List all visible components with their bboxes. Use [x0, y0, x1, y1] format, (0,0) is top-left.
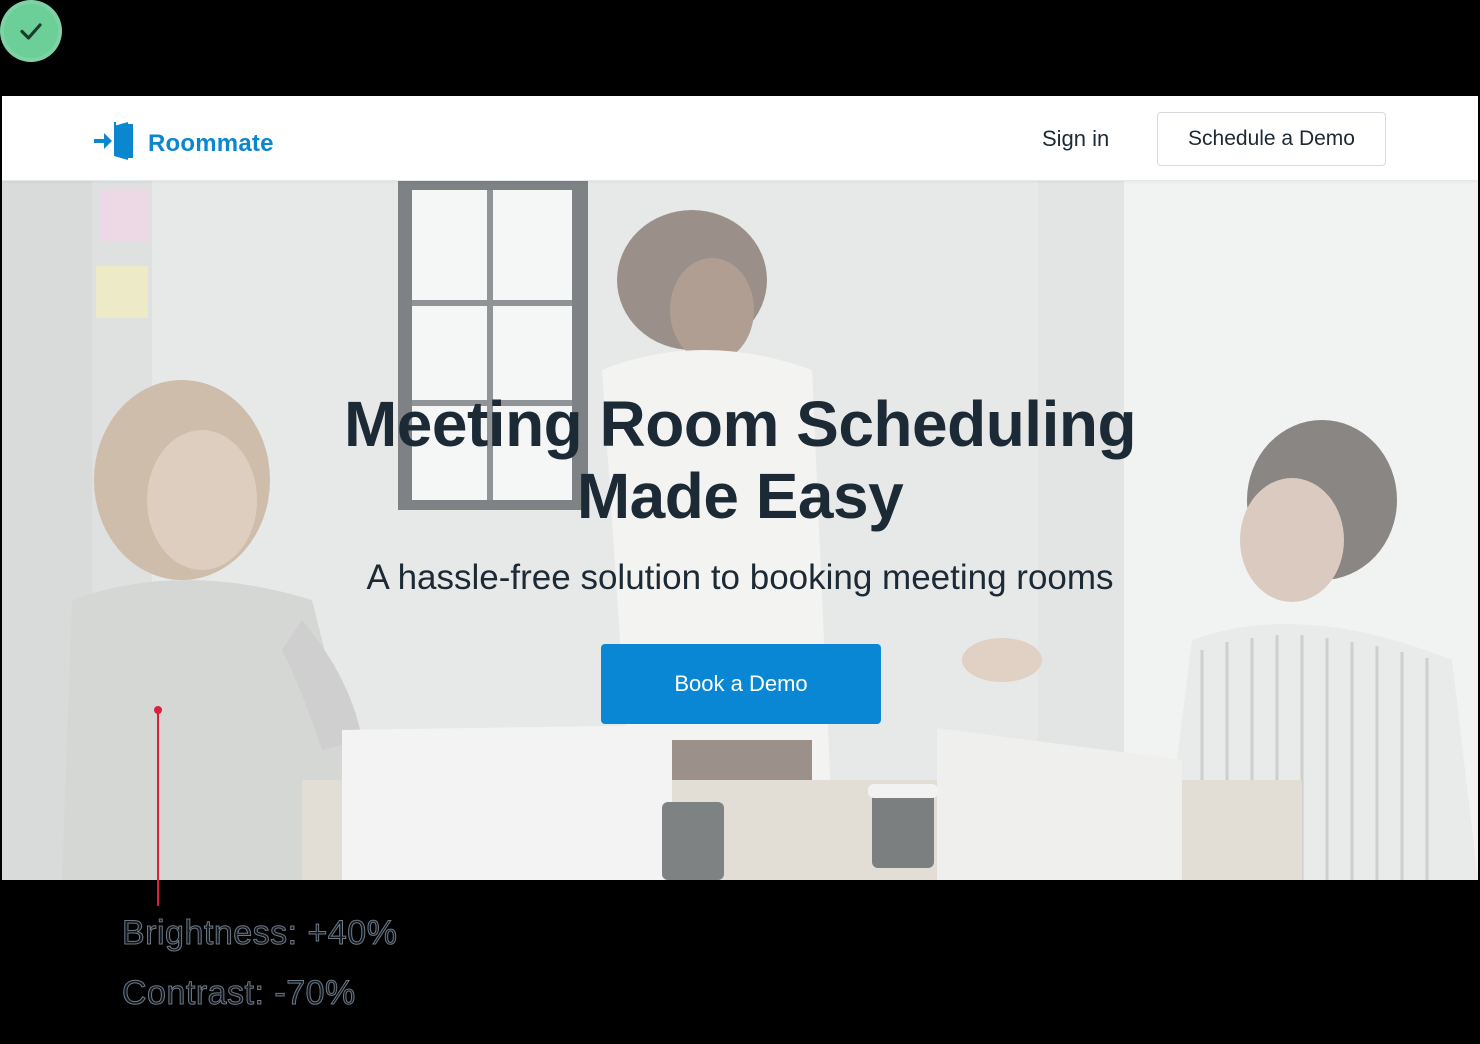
schedule-demo-button[interactable]: Schedule a Demo [1157, 112, 1386, 166]
hero-title-line-1: Meeting Room Scheduling [343, 388, 1137, 460]
success-check-badge [0, 0, 62, 62]
website-screenshot: Roommate Sign in Schedule a Demo Meeting… [2, 96, 1478, 880]
book-demo-button[interactable]: Book a Demo [601, 644, 881, 724]
contrast-annotation: Contrast: -70% [122, 974, 356, 1013]
stage: Roommate Sign in Schedule a Demo Meeting… [0, 0, 1480, 1044]
sign-in-link[interactable]: Sign in [1042, 126, 1109, 152]
brand-name: Roommate [148, 129, 274, 157]
brand-logo-link[interactable]: Roommate [92, 122, 274, 165]
annotation-leader-line [157, 710, 159, 906]
check-icon [4, 4, 58, 58]
hero-subtitle: A hassle-free solution to booking meetin… [366, 558, 1114, 597]
door-enter-icon [92, 122, 136, 165]
brightness-annotation: Brightness: +40% [121, 914, 398, 953]
hero-title-line-2: Made Easy [576, 460, 904, 532]
hero-section: Meeting Room Scheduling Made Easy A hass… [2, 180, 1478, 880]
navbar: Roommate Sign in Schedule a Demo [2, 96, 1478, 181]
hero-title: Meeting Room Scheduling Made Easy [2, 388, 1478, 532]
